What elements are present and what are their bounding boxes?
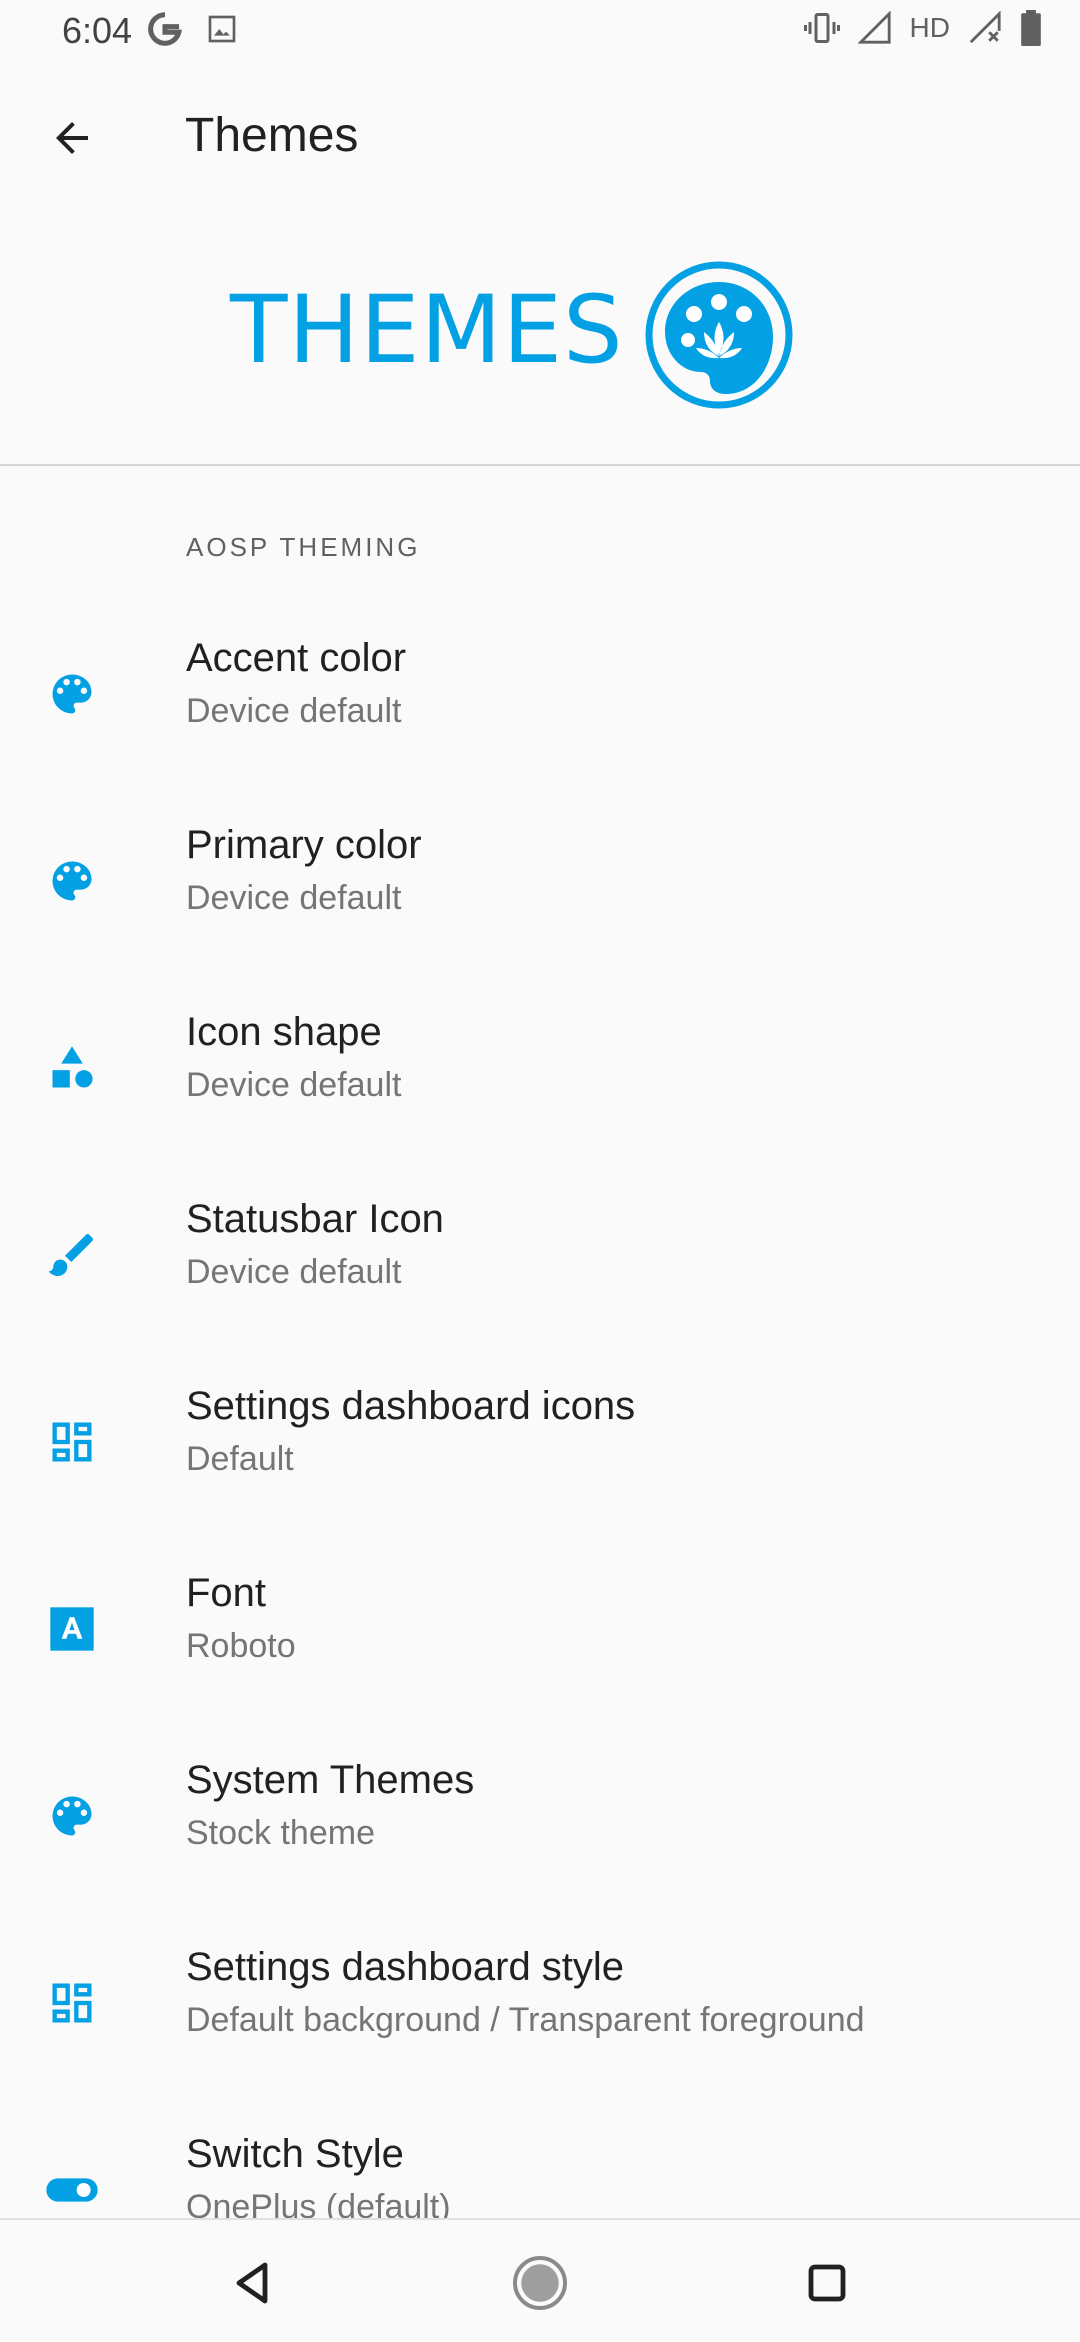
google-icon bbox=[146, 10, 184, 48]
item-title: Primary color bbox=[186, 823, 422, 867]
item-title: Settings dashboard style bbox=[186, 1945, 625, 1989]
list-item-settings-dashboard-style[interactable]: Settings dashboard style Default backgro… bbox=[0, 1909, 1080, 2096]
palette-icon bbox=[40, 1784, 104, 1848]
settings-list: Accent color Device default Primary colo… bbox=[0, 600, 1080, 2283]
item-title: Statusbar Icon bbox=[186, 1197, 444, 1241]
list-item-settings-dashboard-icons[interactable]: Settings dashboard icons Default bbox=[0, 1348, 1080, 1535]
item-title: Accent color bbox=[186, 636, 407, 680]
item-subtitle: Stock theme bbox=[186, 1814, 375, 1852]
square-recents-icon bbox=[808, 2264, 846, 2302]
item-subtitle: Default background / Transparent foregro… bbox=[186, 2001, 865, 2039]
item-title: Switch Style bbox=[186, 2132, 404, 2176]
brush-icon bbox=[40, 1223, 104, 1287]
page-title: Themes bbox=[185, 109, 359, 162]
status-time: 6:04 bbox=[62, 10, 133, 51]
nav-back-button[interactable] bbox=[218, 2248, 288, 2318]
signal-x-icon bbox=[968, 11, 1002, 45]
list-item-accent-color[interactable]: Accent color Device default bbox=[0, 600, 1080, 787]
banner-title: THEMES bbox=[230, 276, 624, 385]
item-title: Font bbox=[186, 1571, 267, 1615]
item-title: Settings dashboard icons bbox=[186, 1384, 636, 1428]
app-bar: Themes bbox=[0, 66, 1080, 206]
item-subtitle: Device default bbox=[186, 692, 402, 730]
status-bar: 6:04 HD bbox=[0, 0, 1080, 66]
list-item-primary-color[interactable]: Primary color Device default bbox=[0, 787, 1080, 974]
image-icon bbox=[206, 13, 238, 45]
battery-icon bbox=[1020, 10, 1042, 46]
back-button[interactable] bbox=[40, 106, 104, 170]
shapes-icon bbox=[40, 1036, 104, 1100]
section-header: AOSP THEMING bbox=[186, 532, 421, 562]
item-title: Icon shape bbox=[186, 1010, 382, 1054]
themes-logo-icon bbox=[645, 261, 793, 409]
dashboard-icon bbox=[40, 1971, 104, 2035]
toggle-icon bbox=[40, 2158, 104, 2222]
list-item-statusbar-icon[interactable]: Statusbar Icon Device default bbox=[0, 1161, 1080, 1348]
vibrate-icon bbox=[803, 10, 840, 46]
item-title: System Themes bbox=[186, 1758, 475, 1802]
font-icon bbox=[40, 1597, 104, 1661]
list-item-font[interactable]: Font Roboto bbox=[0, 1535, 1080, 1722]
item-subtitle: Default bbox=[186, 1440, 294, 1478]
arrow-back-icon bbox=[56, 122, 88, 154]
list-item-icon-shape[interactable]: Icon shape Device default bbox=[0, 974, 1080, 1161]
item-subtitle: Device default bbox=[186, 879, 402, 917]
triangle-back-icon bbox=[236, 2262, 268, 2304]
dashboard-icon bbox=[40, 1410, 104, 1474]
item-subtitle: Device default bbox=[186, 1066, 402, 1104]
signal-icon bbox=[857, 11, 892, 45]
list-item-system-themes[interactable]: System Themes Stock theme bbox=[0, 1722, 1080, 1909]
item-subtitle: Device default bbox=[186, 1253, 402, 1291]
nav-home-button[interactable] bbox=[505, 2248, 575, 2318]
hd-label: HD bbox=[909, 12, 950, 43]
home-circle-icon bbox=[513, 2256, 567, 2310]
navigation-bar bbox=[0, 2218, 1080, 2342]
palette-icon bbox=[40, 662, 104, 726]
item-subtitle: Roboto bbox=[186, 1627, 296, 1665]
nav-recents-button[interactable] bbox=[792, 2248, 862, 2318]
themes-banner: THEMES bbox=[0, 206, 1080, 466]
palette-icon bbox=[40, 849, 104, 913]
